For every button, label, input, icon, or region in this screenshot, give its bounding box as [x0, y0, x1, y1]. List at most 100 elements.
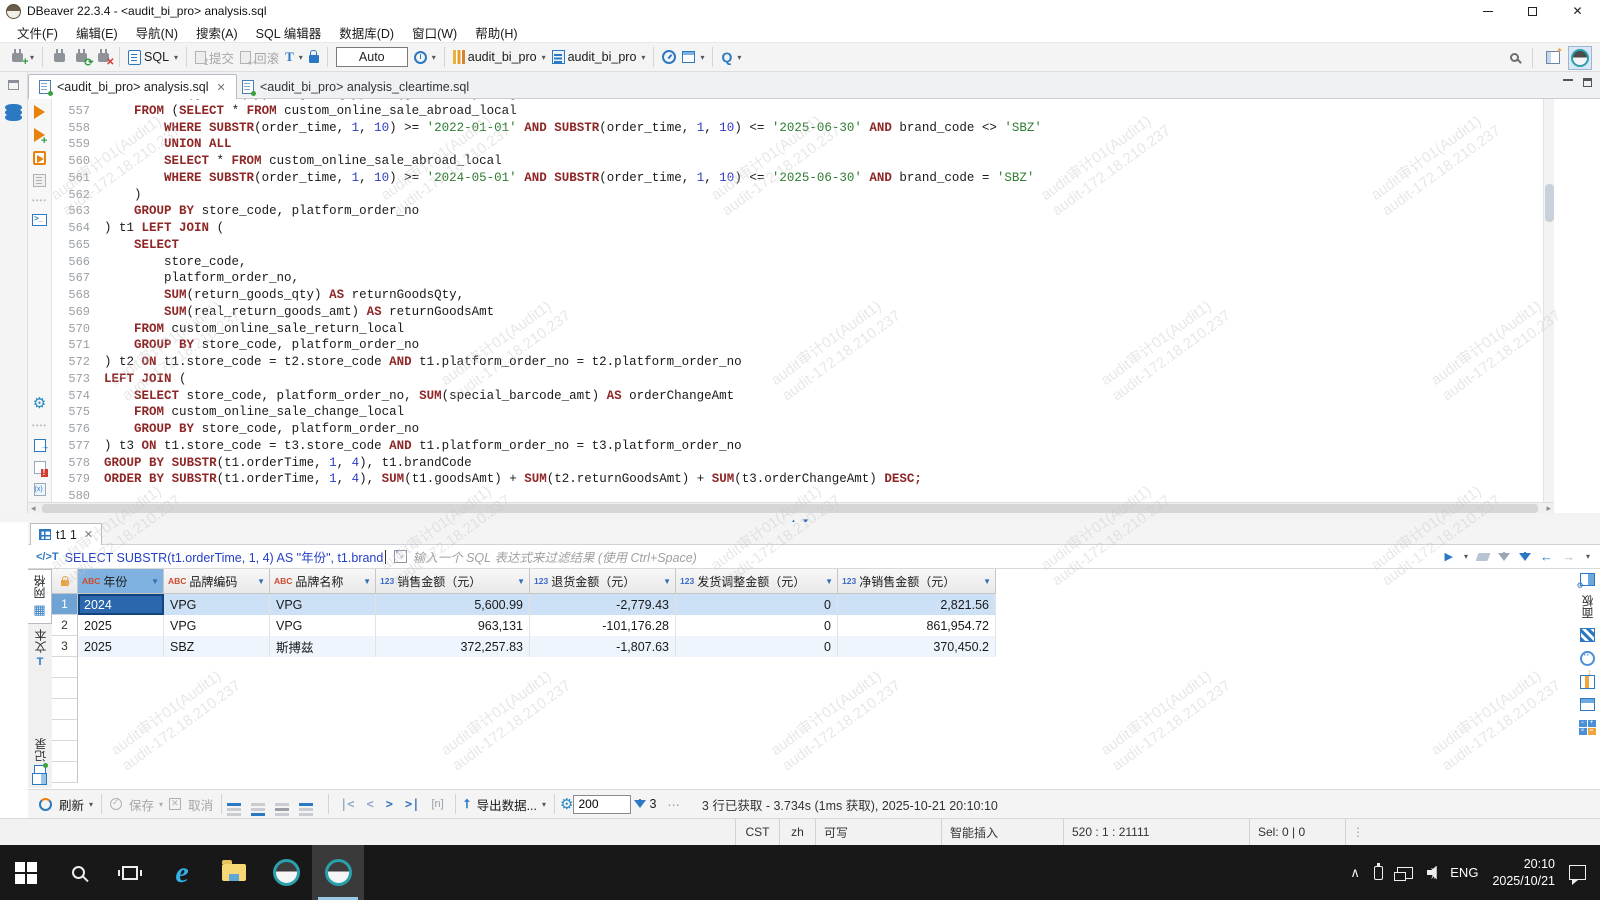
explain-plan-icon[interactable]: [33, 174, 46, 187]
menu-item[interactable]: 帮助(H): [466, 21, 526, 44]
result-settings-icon[interactable]: ⚙: [560, 795, 573, 813]
code-line[interactable]: 574 SELECT store_code, platform_order_no…: [52, 388, 1542, 405]
code-line[interactable]: 558 WHERE SUBSTR(order_time, 1, 10) >= '…: [52, 120, 1542, 137]
editor-horizontal-scrollbar[interactable]: ◂ ▸: [28, 502, 1554, 513]
code-line[interactable]: 568 SUM(return_goods_qty) AS returnGoods…: [52, 287, 1542, 304]
presentation-tab-grid[interactable]: 网格▦: [28, 569, 52, 624]
column-header[interactable]: 123净销售金额（元）▼: [838, 569, 996, 594]
grid-cell[interactable]: 0: [676, 636, 838, 657]
grid-cell[interactable]: 963,131: [376, 615, 530, 636]
language-indicator[interactable]: ENG: [1450, 865, 1478, 880]
filters-icon[interactable]: [1519, 553, 1531, 561]
sql-editor-button[interactable]: SQL▾: [125, 48, 181, 67]
column-header[interactable]: ABC品牌名称▼: [270, 569, 376, 594]
grid-cell[interactable]: 0: [676, 615, 838, 636]
edit-filter-icon[interactable]: [1498, 553, 1510, 561]
history-caret[interactable]: ▾: [1586, 552, 1590, 561]
taskbar-search-button[interactable]: [52, 845, 104, 900]
calc-column-icon[interactable]: [1580, 675, 1595, 689]
expand-filter-icon[interactable]: [394, 550, 407, 563]
code-line[interactable]: 578GROUP BY SUBSTR(t1.orderTime, 1, 4), …: [52, 455, 1542, 472]
database-navigator-icon[interactable]: [5, 104, 22, 111]
new-connection-button[interactable]: ▾: [6, 47, 37, 67]
aggregate-icon[interactable]: −+×=: [1579, 720, 1596, 735]
row-number[interactable]: 2: [52, 615, 78, 636]
value-viewer-icon[interactable]: [1580, 628, 1595, 642]
grid-cell[interactable]: VPG: [270, 594, 376, 615]
file-explorer-button[interactable]: [208, 845, 260, 900]
sql-editor[interactable]: •••• ⚙ •••• 556 SUM(goods_qty) AS goodsQ…: [28, 99, 1554, 502]
autocommit-lock-button[interactable]: [306, 49, 322, 65]
close-button[interactable]: ✕: [1555, 0, 1600, 22]
goto-row-button[interactable]: [n]: [431, 798, 443, 810]
edit-row-icon[interactable]: [299, 803, 313, 806]
menu-item[interactable]: 文件(F): [8, 21, 67, 44]
delete-row-icon[interactable]: [275, 803, 289, 806]
grid-cell[interactable]: VPG: [164, 615, 270, 636]
next-page-button[interactable]: >: [386, 797, 393, 811]
rollback-button[interactable]: 回滚: [237, 46, 282, 69]
search-button[interactable]: Q▾: [718, 47, 744, 67]
grid-cell[interactable]: VPG: [270, 615, 376, 636]
code-line[interactable]: 566 store_code,: [52, 254, 1542, 271]
grid-corner-lock[interactable]: [52, 569, 78, 594]
execute-statement-icon[interactable]: [34, 105, 45, 119]
save-button[interactable]: 保存▾: [107, 793, 166, 816]
sort-icon[interactable]: ▼: [151, 577, 159, 586]
sort-icon[interactable]: ▼: [983, 577, 991, 586]
maximize-editor-icon[interactable]: [1583, 78, 1592, 87]
dashboard-button[interactable]: [659, 48, 679, 66]
result-grid[interactable]: ABC年份▼ABC品牌编码▼ABC品牌名称▼123销售金额（元）▼123退货金额…: [52, 569, 1544, 788]
refresh-button[interactable]: 刷新▾: [36, 793, 96, 816]
prev-page-button[interactable]: <: [367, 797, 374, 811]
code-area[interactable]: 556 SUM(goods_qty) AS goodsQty, SUM(good…: [52, 99, 1542, 502]
reconnect-button[interactable]: [70, 47, 92, 67]
hidden-icons-chevron[interactable]: ∧: [1350, 865, 1360, 881]
code-line[interactable]: 580: [52, 488, 1542, 502]
maximize-button[interactable]: [1510, 0, 1555, 22]
filter-count[interactable]: 3: [631, 795, 659, 813]
filter-history-caret[interactable]: ▾: [1464, 552, 1468, 561]
tab-analysis-cleartime-sql[interactable]: <audit_bi_pro> analysis_cleartime.sql: [232, 74, 479, 99]
transaction-history-button[interactable]: ▾: [411, 49, 439, 66]
grid-cell[interactable]: 斯搏兹: [270, 636, 376, 657]
presentation-tab-text[interactable]: 文本T: [28, 624, 52, 673]
grid-cell[interactable]: 2024: [78, 594, 164, 615]
grid-cell[interactable]: -101,176.28: [530, 615, 676, 636]
grid-cell[interactable]: -2,779.43: [530, 594, 676, 615]
restore-navigator-icon[interactable]: [8, 80, 19, 90]
grid-cell[interactable]: 5,600.99: [376, 594, 530, 615]
grid-cell[interactable]: SBZ: [164, 636, 270, 657]
column-header[interactable]: 123发货调整金额（元）▼: [676, 569, 838, 594]
quick-search-icon[interactable]: [1510, 53, 1519, 62]
tab-analysis-sql[interactable]: <audit_bi_pro> analysis.sql ✕: [28, 74, 237, 99]
grid-cell[interactable]: 370,450.2: [838, 636, 996, 657]
menu-item[interactable]: 窗口(W): [403, 21, 466, 44]
menu-item[interactable]: SQL 编辑器: [247, 21, 331, 44]
connect-button[interactable]: [48, 47, 70, 67]
commit-button[interactable]: 提交: [192, 46, 237, 69]
disconnect-button[interactable]: [92, 47, 114, 67]
cancel-button[interactable]: 取消: [166, 793, 216, 816]
code-line[interactable]: 579ORDER BY SUBSTR(t1.orderTime, 1, 4), …: [52, 471, 1542, 488]
export-data-button[interactable]: ⭡导出数据...▾: [461, 793, 549, 816]
connection-selector[interactable]: audit_bi_pro▾: [450, 48, 549, 66]
sort-icon[interactable]: ▼: [517, 577, 525, 586]
menu-item[interactable]: 编辑(E): [67, 21, 127, 44]
code-line[interactable]: 561 WHERE SUBSTR(order_time, 1, 10) >= '…: [52, 170, 1542, 187]
sort-icon[interactable]: ▼: [825, 577, 833, 586]
dbeaver-taskbar-button-active[interactable]: [312, 845, 364, 900]
execute-script-icon[interactable]: [33, 151, 46, 165]
task-view-button[interactable]: [104, 845, 156, 900]
grid-cell[interactable]: 2025: [78, 636, 164, 657]
menu-item[interactable]: 数据库(D): [330, 21, 403, 44]
panels-toggle-icon[interactable]: [1580, 573, 1595, 586]
column-header[interactable]: ABC年份▼: [78, 569, 164, 594]
code-line[interactable]: 569 SUM(real_return_goods_amt) AS return…: [52, 304, 1542, 321]
sql-console-icon[interactable]: [32, 214, 47, 226]
code-line[interactable]: 572) t2 ON t1.store_code = t2.store_code…: [52, 354, 1542, 371]
duplicate-row-icon[interactable]: [251, 803, 265, 806]
grid-cell[interactable]: 861,954.72: [838, 615, 996, 636]
code-line[interactable]: 571 GROUP BY store_code, platform_order_…: [52, 337, 1542, 354]
commit-mode-combo[interactable]: Auto: [336, 47, 408, 67]
